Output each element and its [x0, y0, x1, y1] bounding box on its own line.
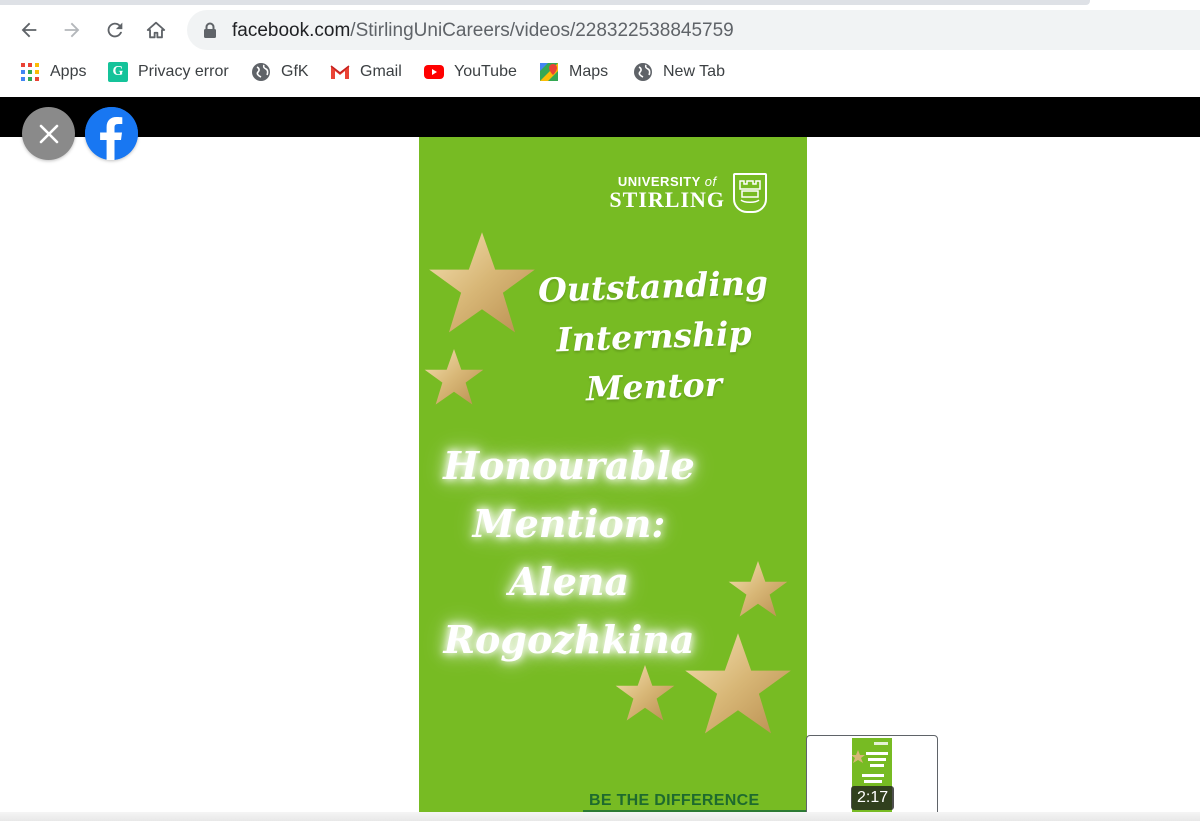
honourable-line-1: Honourable — [443, 443, 695, 488]
bookmark-label: Privacy error — [138, 63, 229, 80]
bookmark-gmail[interactable]: Gmail — [330, 60, 402, 84]
address-bar[interactable]: facebook.com/StirlingUniCareers/videos/2… — [187, 10, 1200, 50]
bookmark-label: YouTube — [454, 63, 517, 80]
video-duration: 2:17 — [851, 786, 895, 810]
apps-grid-icon — [20, 62, 40, 82]
bookmark-gfk[interactable]: GfK — [251, 60, 309, 84]
bookmark-label: New Tab — [663, 63, 725, 80]
gold-star-small-icon — [728, 561, 788, 617]
honourable-line-4: Rogozhkina — [443, 617, 695, 662]
bookmark-privacy-error[interactable]: G Privacy error — [108, 60, 229, 84]
bookmark-label: GfK — [281, 63, 309, 80]
home-icon — [146, 21, 166, 39]
bookmark-apps[interactable]: Apps — [20, 60, 86, 84]
home-button[interactable] — [140, 14, 172, 46]
url-host: facebook.com — [232, 20, 351, 41]
video-player[interactable]: UNIVERSITY of STIRLING Outstanding Inter… — [419, 137, 807, 821]
gmail-icon — [330, 62, 350, 82]
gold-star-small-icon — [424, 349, 484, 405]
forward-button[interactable] — [56, 14, 88, 46]
grammarly-icon: G — [108, 62, 128, 82]
video-top-bar — [0, 97, 1200, 137]
award-title-line-2: Internship — [555, 313, 753, 360]
bookmark-youtube[interactable]: YouTube — [424, 60, 517, 84]
tab-strip-edge — [0, 0, 1090, 5]
reload-button[interactable] — [99, 14, 131, 46]
maps-icon — [539, 62, 559, 82]
bookmark-new-tab[interactable]: New Tab — [633, 60, 725, 84]
arrow-right-icon — [64, 22, 80, 38]
facebook-logo-icon — [85, 107, 138, 160]
honourable-line-2: Mention: — [472, 501, 666, 546]
tagline: BE THE DIFFERENCE — [589, 792, 760, 809]
bookmark-label: Maps — [569, 63, 609, 80]
bookmark-maps[interactable]: Maps — [539, 60, 608, 84]
gold-star-large-icon — [429, 232, 535, 333]
lock-icon — [204, 22, 216, 38]
browser-chrome: facebook.com/StirlingUniCareers/videos/2… — [0, 0, 1200, 97]
globe-icon — [633, 62, 653, 82]
bookmarks-bar: Apps G Privacy error GfK Gmail YouTube M… — [0, 56, 1200, 88]
globe-icon — [251, 62, 271, 82]
url-path: /StirlingUniCareers/videos/2283225388457… — [350, 20, 734, 41]
award-title-line-3: Mentor — [585, 364, 723, 409]
arrow-left-icon — [21, 22, 37, 38]
university-wordmark: UNIVERSITY of STIRLING — [609, 175, 725, 211]
university-line2: STIRLING — [609, 187, 725, 212]
gold-star-small-icon — [615, 665, 675, 721]
horizontal-scrollbar[interactable] — [0, 812, 1200, 821]
reload-icon — [107, 22, 123, 38]
close-icon — [39, 124, 58, 143]
university-crest-icon — [733, 173, 767, 213]
bookmark-label: Apps — [50, 63, 87, 80]
youtube-icon — [424, 62, 444, 82]
back-button[interactable] — [13, 14, 45, 46]
close-button[interactable] — [22, 107, 75, 160]
facebook-home-button[interactable] — [85, 107, 138, 160]
video-thumbnail[interactable]: 2:17 — [806, 735, 938, 817]
honourable-line-3: Alena — [508, 559, 630, 604]
award-title-line-1: Outstanding — [537, 263, 769, 310]
url-text[interactable]: facebook.com/StirlingUniCareers/videos/2… — [232, 20, 734, 42]
bookmark-label: Gmail — [360, 63, 402, 80]
university-logo: UNIVERSITY of STIRLING — [609, 173, 767, 213]
